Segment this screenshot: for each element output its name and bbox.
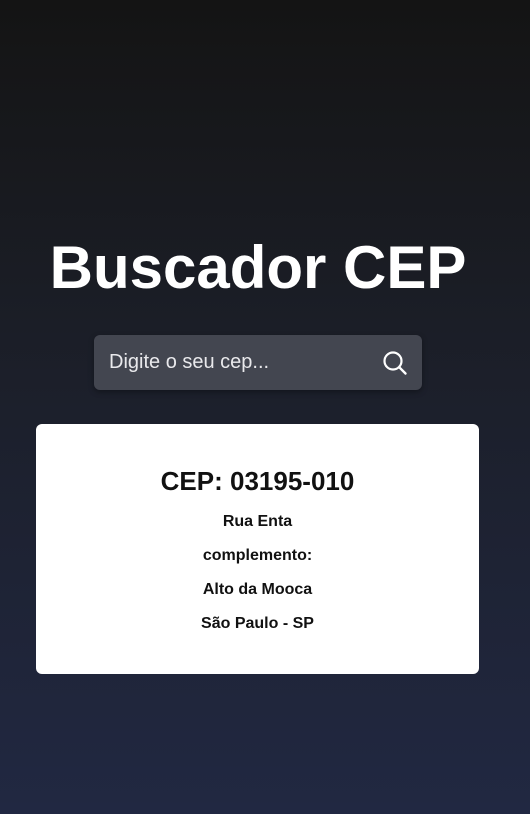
page-title: Buscador CEP — [49, 234, 467, 301]
neighborhood-name: Alto da Mooca — [202, 581, 313, 598]
search-button[interactable] — [380, 348, 410, 378]
complement-label: complemento: — [202, 547, 313, 564]
cep-result-card: CEP: 03195-010 Rua Enta complemento: Alt… — [36, 424, 479, 674]
city-state: São Paulo - SP — [201, 615, 314, 632]
cep-code: CEP: 03195-010 — [160, 466, 355, 496]
street-name: Rua Enta — [222, 513, 293, 530]
search-icon — [383, 351, 407, 375]
cep-search-input[interactable] — [94, 335, 364, 390]
search-box — [94, 335, 422, 390]
